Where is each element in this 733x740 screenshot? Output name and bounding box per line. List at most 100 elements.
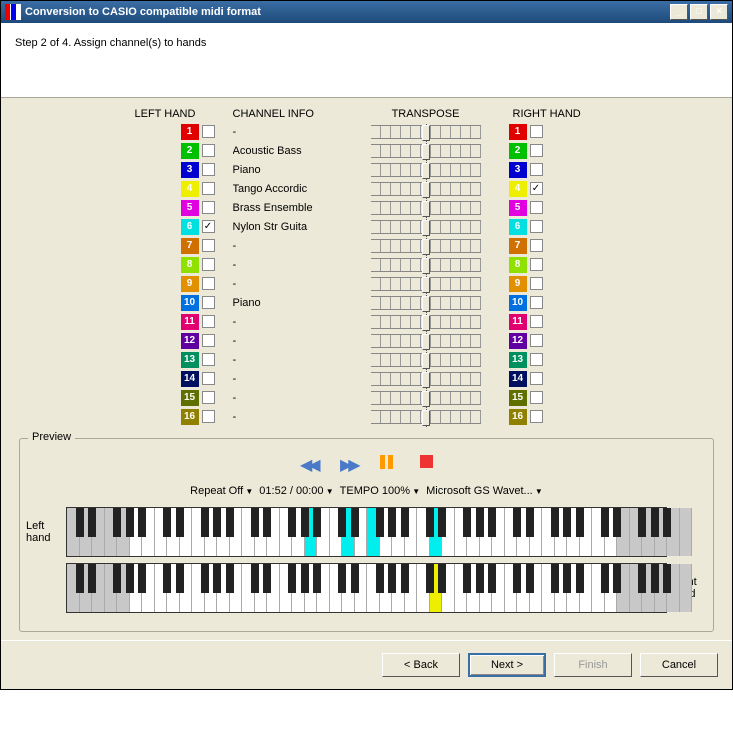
white-key[interactable] — [217, 508, 230, 556]
transpose-slider[interactable] — [371, 277, 481, 291]
white-key[interactable] — [105, 564, 118, 612]
left-hand-checkbox[interactable] — [202, 372, 215, 385]
white-key[interactable] — [155, 508, 168, 556]
white-key[interactable] — [367, 564, 380, 612]
slider-thumb[interactable] — [422, 182, 430, 198]
white-key[interactable] — [180, 564, 193, 612]
left-hand-checkbox[interactable] — [202, 163, 215, 176]
white-key[interactable] — [142, 564, 155, 612]
right-hand-checkbox[interactable] — [530, 353, 543, 366]
white-key[interactable] — [367, 508, 380, 556]
white-key[interactable] — [317, 564, 330, 612]
white-key[interactable] — [630, 508, 643, 556]
transpose-slider[interactable] — [371, 334, 481, 348]
white-key[interactable] — [555, 564, 568, 612]
right-hand-checkbox[interactable] — [530, 334, 543, 347]
minimize-button[interactable]: _ — [670, 4, 688, 20]
white-key[interactable] — [105, 508, 118, 556]
white-key[interactable] — [680, 564, 693, 612]
slider-thumb[interactable] — [422, 315, 430, 331]
white-key[interactable] — [405, 508, 418, 556]
close-button[interactable]: × — [710, 4, 728, 20]
white-key[interactable] — [117, 564, 130, 612]
pause-button[interactable] — [380, 455, 398, 471]
tempo-dropdown[interactable]: TEMPO 100% — [340, 485, 420, 497]
white-key[interactable] — [467, 508, 480, 556]
white-key[interactable] — [567, 564, 580, 612]
white-key[interactable] — [292, 508, 305, 556]
rewind-button[interactable]: ◀◀ — [300, 455, 318, 471]
white-key[interactable] — [92, 564, 105, 612]
white-key[interactable] — [555, 508, 568, 556]
finish-button[interactable]: Finish — [554, 653, 632, 677]
white-key[interactable] — [305, 508, 318, 556]
white-key[interactable] — [567, 508, 580, 556]
white-key[interactable] — [430, 508, 443, 556]
slider-thumb[interactable] — [422, 220, 430, 236]
white-key[interactable] — [330, 508, 343, 556]
white-key[interactable] — [230, 564, 243, 612]
white-key[interactable] — [642, 508, 655, 556]
white-key[interactable] — [405, 564, 418, 612]
white-key[interactable] — [605, 564, 618, 612]
white-key[interactable] — [530, 508, 543, 556]
right-hand-checkbox[interactable] — [530, 277, 543, 290]
white-key[interactable] — [130, 508, 143, 556]
white-key[interactable] — [430, 564, 443, 612]
white-key[interactable] — [205, 564, 218, 612]
white-key[interactable] — [330, 564, 343, 612]
white-key[interactable] — [455, 564, 468, 612]
white-key[interactable] — [342, 508, 355, 556]
time-dropdown[interactable]: 01:52 / 00:00 — [259, 485, 333, 497]
transpose-slider[interactable] — [371, 163, 481, 177]
left-hand-checkbox[interactable]: ✓ — [202, 220, 215, 233]
transpose-slider[interactable] — [371, 391, 481, 405]
white-key[interactable] — [355, 564, 368, 612]
white-key[interactable] — [680, 508, 693, 556]
right-hand-checkbox[interactable] — [530, 315, 543, 328]
white-key[interactable] — [167, 508, 180, 556]
right-hand-checkbox[interactable] — [530, 220, 543, 233]
right-hand-checkbox[interactable]: ✓ — [530, 182, 543, 195]
slider-thumb[interactable] — [422, 163, 430, 179]
white-key[interactable] — [242, 508, 255, 556]
white-key[interactable] — [80, 508, 93, 556]
left-hand-checkbox[interactable] — [202, 125, 215, 138]
white-key[interactable] — [192, 564, 205, 612]
slider-thumb[interactable] — [422, 372, 430, 388]
transpose-slider[interactable] — [371, 125, 481, 139]
white-key[interactable] — [280, 564, 293, 612]
white-key[interactable] — [255, 564, 268, 612]
white-key[interactable] — [517, 508, 530, 556]
slider-thumb[interactable] — [422, 391, 430, 407]
left-hand-checkbox[interactable] — [202, 353, 215, 366]
white-key[interactable] — [455, 508, 468, 556]
transpose-slider[interactable] — [371, 315, 481, 329]
white-key[interactable] — [480, 564, 493, 612]
white-key[interactable] — [267, 508, 280, 556]
right-hand-checkbox[interactable] — [530, 239, 543, 252]
white-key[interactable] — [542, 508, 555, 556]
slider-thumb[interactable] — [422, 277, 430, 293]
white-key[interactable] — [655, 564, 668, 612]
white-key[interactable] — [117, 508, 130, 556]
device-dropdown[interactable]: Microsoft GS Wavet... — [426, 485, 543, 497]
white-key[interactable] — [617, 508, 630, 556]
left-hand-checkbox[interactable] — [202, 391, 215, 404]
white-key[interactable] — [267, 564, 280, 612]
right-hand-checkbox[interactable] — [530, 296, 543, 309]
right-hand-checkbox[interactable] — [530, 372, 543, 385]
white-key[interactable] — [417, 564, 430, 612]
white-key[interactable] — [292, 564, 305, 612]
stop-button[interactable] — [420, 455, 433, 468]
right-hand-checkbox[interactable] — [530, 391, 543, 404]
white-key[interactable] — [205, 508, 218, 556]
transpose-slider[interactable] — [371, 239, 481, 253]
transpose-slider[interactable] — [371, 220, 481, 234]
white-key[interactable] — [592, 508, 605, 556]
white-key[interactable] — [342, 564, 355, 612]
white-key[interactable] — [355, 508, 368, 556]
white-key[interactable] — [505, 564, 518, 612]
right-hand-checkbox[interactable] — [530, 201, 543, 214]
white-key[interactable] — [530, 564, 543, 612]
